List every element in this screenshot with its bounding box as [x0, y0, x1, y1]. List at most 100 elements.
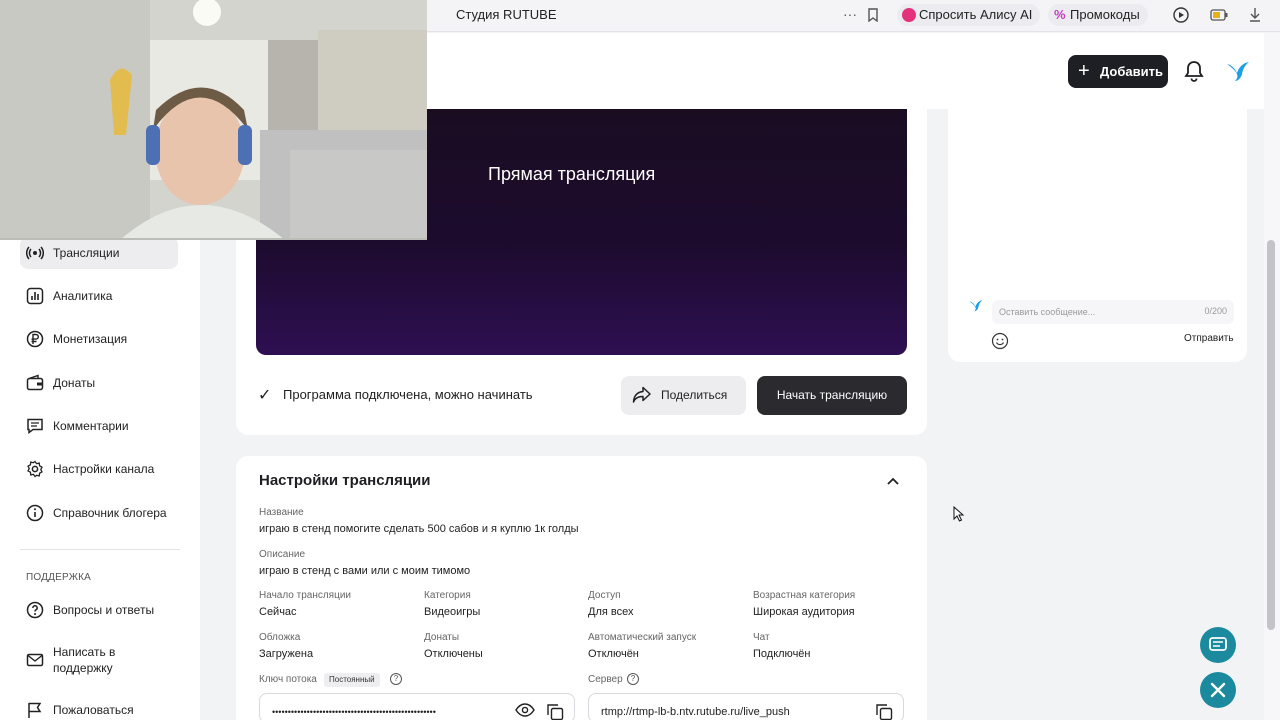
share-icon — [632, 386, 651, 403]
send-button[interactable]: Отправить — [1184, 333, 1234, 344]
sidebar-item-blogger-guide[interactable]: Справочник блогера — [20, 497, 178, 529]
info-icon — [26, 504, 44, 522]
avatar[interactable] — [1226, 60, 1250, 87]
plus-icon: + — [1078, 60, 1090, 82]
stream-key-value: ••••••••••••••••••••••••••••••••••••••••… — [272, 707, 436, 717]
bell-icon[interactable] — [1184, 60, 1204, 87]
age-rating-value: Широкая аудитория — [753, 606, 855, 618]
settings-title: Настройки трансляции — [259, 472, 431, 489]
start-time-label: Начало трансляции — [259, 590, 351, 601]
scrollbar-thumb[interactable] — [1267, 240, 1275, 630]
sidebar-item-channel-settings[interactable]: Настройки канала — [20, 453, 178, 485]
sidebar-item-label: Аналитика — [53, 289, 113, 303]
chat-char-counter: 0/200 — [1204, 306, 1227, 316]
donations-value: Отключены — [424, 648, 483, 660]
chevron-up-icon[interactable] — [884, 472, 902, 490]
sidebar-divider — [20, 549, 180, 550]
battery-icon[interactable] — [1210, 8, 1228, 24]
age-rating-label: Возрастная категория — [753, 590, 856, 601]
name-label: Название — [259, 507, 304, 518]
wallet-icon — [26, 374, 44, 391]
sidebar-item-label: Монетизация — [53, 332, 128, 346]
chat-placeholder: Оставить сообщение... — [999, 307, 1096, 317]
server-label: Сервер — [588, 674, 623, 685]
server-value: rtmp://rtmp-lb-b.ntv.rutube.ru/live_push — [601, 706, 790, 718]
add-button[interactable]: + Добавить — [1068, 55, 1168, 88]
analytics-icon — [26, 287, 44, 305]
sidebar-item-label: Вопросы и ответы — [53, 603, 155, 617]
chat-bubble-icon — [1209, 637, 1227, 651]
webcam-overlay — [0, 0, 427, 240]
server-field[interactable]: rtmp://rtmp-lb-b.ntv.rutube.ru/live_push — [588, 693, 904, 720]
start-broadcast-button[interactable]: Начать трансляцию — [757, 376, 907, 415]
sidebar-item-faq[interactable]: Вопросы и ответы — [20, 594, 178, 626]
support-chat-button[interactable] — [1200, 627, 1236, 663]
sidebar-item-label: Донаты — [53, 376, 96, 390]
more-icon[interactable]: ··· — [843, 6, 857, 22]
player-title: Прямая трансляция — [488, 164, 656, 184]
stream-key-label: Ключ потока — [259, 674, 317, 685]
share-label: Поделиться — [661, 388, 728, 402]
download-icon[interactable] — [1248, 7, 1262, 26]
check-icon: ✓ — [258, 387, 272, 404]
eye-icon[interactable] — [515, 703, 535, 717]
sidebar-item-label: Пожаловаться — [53, 703, 134, 717]
stream-key-badge: Постоянный — [324, 673, 380, 687]
donations-label: Донаты — [424, 632, 460, 643]
category-value: Видеоигры — [424, 606, 481, 618]
mail-icon — [26, 653, 44, 667]
category-label: Категория — [424, 590, 471, 601]
percent-icon: % — [1054, 7, 1066, 22]
share-button[interactable]: Поделиться — [621, 376, 746, 415]
description-value: играю в стенд с вами или с моим тимомо — [259, 565, 471, 577]
copy-icon[interactable] — [546, 703, 564, 720]
support-section-title: ПОДДЕРЖКА — [26, 572, 92, 583]
sidebar-item-broadcasts[interactable]: Трансляции — [20, 237, 178, 269]
emoji-icon[interactable] — [991, 332, 1009, 350]
start-time-value: Сейчас — [259, 606, 297, 618]
status-text: Программа подключена, можно начинать — [283, 387, 533, 402]
chat-setting-value: Подключён — [753, 648, 811, 660]
question-icon — [26, 601, 44, 619]
ask-alice-label: Спросить Алису AI — [919, 7, 1033, 22]
copy-icon[interactable] — [875, 703, 893, 720]
sidebar-item-comments[interactable]: Комментарии — [20, 410, 178, 442]
sidebar-item-label: Справочник блогера — [53, 506, 167, 520]
sidebar-item-label: Настройки канала — [53, 462, 155, 476]
cover-label: Обложка — [259, 632, 301, 643]
access-value: Для всех — [588, 606, 634, 618]
close-button[interactable] — [1200, 672, 1236, 708]
sidebar-item-analytics[interactable]: Аналитика — [20, 280, 178, 312]
gear-icon — [27, 460, 43, 478]
sidebar-item-report[interactable]: Пожаловаться — [20, 694, 178, 720]
comment-icon — [27, 418, 43, 434]
close-icon — [1210, 682, 1226, 698]
sidebar-item-monetization[interactable]: Монетизация — [20, 323, 178, 355]
help-icon[interactable]: ? — [627, 673, 639, 685]
autostart-value: Отключён — [588, 648, 639, 660]
bookmark-icon[interactable] — [867, 8, 879, 25]
connection-status: ✓ Программа подключена, можно начинать — [258, 387, 533, 404]
chat-panel — [948, 109, 1247, 362]
stream-key-field[interactable]: ••••••••••••••••••••••••••••••••••••••••… — [259, 693, 575, 720]
play-icon[interactable] — [1173, 7, 1189, 26]
promocodes-button[interactable]: % Промокоды — [1048, 4, 1148, 26]
promocodes-label: Промокоды — [1070, 7, 1140, 22]
avatar — [969, 300, 983, 312]
chat-message-input[interactable]: Оставить сообщение... 0/200 — [992, 300, 1234, 324]
sidebar-item-donations[interactable]: Донаты — [20, 367, 178, 399]
cursor-icon — [953, 506, 965, 522]
help-icon[interactable]: ? — [390, 673, 402, 685]
alice-icon — [902, 8, 916, 22]
cover-value: Загружена — [259, 648, 314, 660]
ask-alice-button[interactable]: Спросить Алису AI — [897, 4, 1041, 26]
broadcast-icon — [26, 246, 44, 260]
description-label: Описание — [259, 549, 306, 560]
sidebar-item-label: Трансляции — [53, 246, 120, 260]
sidebar-item-write-support[interactable]: Написать в поддержку — [20, 640, 178, 680]
autostart-label: Автоматический запуск — [588, 632, 697, 643]
tab-title[interactable]: Студия RUTUBE — [456, 7, 557, 22]
access-label: Доступ — [588, 590, 621, 601]
chat-setting-label: Чат — [753, 632, 770, 643]
add-button-label: Добавить — [1100, 64, 1163, 79]
